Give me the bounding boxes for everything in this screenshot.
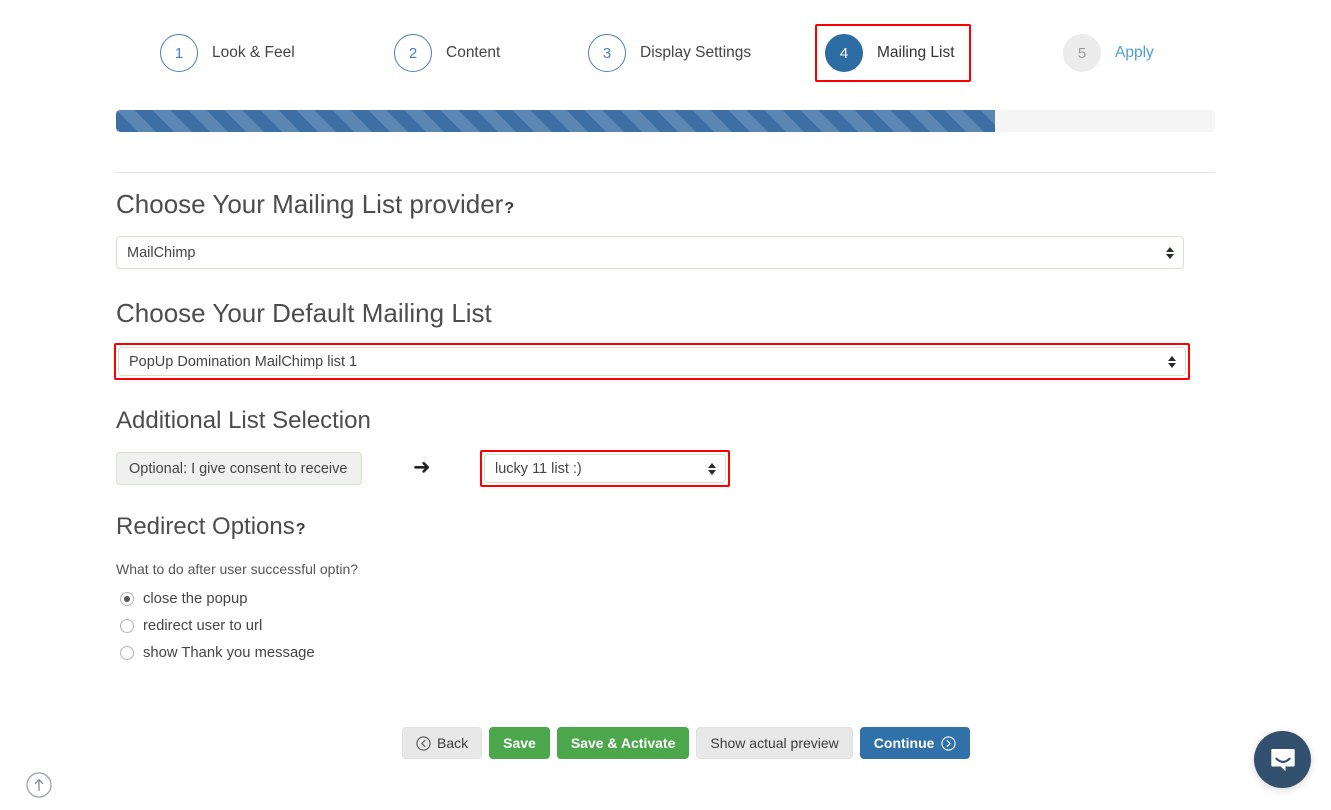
redirect-help-icon[interactable]: ? — [296, 521, 306, 538]
wizard-step-3[interactable]: 3 Display Settings — [580, 26, 759, 80]
show-actual-preview-button[interactable]: Show actual preview — [696, 727, 853, 759]
back-button[interactable]: Back — [402, 727, 483, 759]
arrow-circle-right-icon — [941, 735, 957, 751]
radio-close-popup-label: close the popup — [143, 591, 248, 607]
step-2-number: 2 — [394, 34, 432, 72]
wizard-step-2[interactable]: 2 Content — [386, 26, 508, 80]
mailing-list-provider-title: Choose Your Mailing List provider? — [116, 189, 514, 220]
provider-select-wrapper: MailChimp — [116, 236, 1184, 269]
radio-redirect-url-label: redirect user to url — [143, 618, 263, 634]
continue-button-label: Continue — [873, 735, 935, 751]
step-2-label: Content — [446, 44, 501, 61]
redirect-options-title: Redirect Options? — [116, 513, 306, 541]
default-mailing-list-title: Choose Your Default Mailing List — [116, 298, 492, 328]
chat-launcher-button[interactable] — [1254, 731, 1311, 788]
redirect-question-text: What to do after user successful optin? — [116, 561, 359, 577]
wizard-step-5[interactable]: 5 Apply — [1055, 26, 1162, 80]
consent-label-text: Optional: I give consent to receive — [129, 460, 348, 477]
radio-thank-you-label: show Thank you message — [143, 645, 315, 661]
additional-list-selection-title: Additional List Selection — [116, 407, 371, 434]
back-button-label: Back — [437, 735, 469, 751]
redirect-title-text: Redirect Options — [116, 513, 295, 540]
additional-list-select-wrapper: lucky 11 list :) — [484, 454, 726, 483]
mailing-list-provider-select[interactable]: MailChimp — [116, 236, 1184, 269]
form-action-buttons: Back Save Save & Activate Show actual pr… — [402, 727, 971, 759]
wizard-step-4[interactable]: 4 Mailing List — [815, 24, 971, 82]
radio-redirect-user-to-url[interactable]: redirect user to url — [120, 618, 262, 634]
save-and-activate-button[interactable]: Save & Activate — [556, 727, 690, 759]
progress-bar-fill — [116, 110, 996, 132]
default-mailing-list-select[interactable]: PopUp Domination MailChimp list 1 — [118, 347, 1186, 376]
chat-bubble-smile-icon — [1270, 748, 1295, 771]
wizard-step-1[interactable]: 1 Look & Feel — [152, 26, 303, 80]
arrow-circle-left-icon — [416, 735, 431, 751]
step-3-number: 3 — [588, 34, 626, 72]
radio-show-thank-you-message[interactable]: show Thank you message — [120, 645, 315, 661]
step-4-number: 4 — [825, 34, 863, 72]
page-root: 1 Look & Feel 2 Content 3 Display Settin… — [0, 0, 1331, 810]
additional-mailing-list-select[interactable]: lucky 11 list :) — [484, 454, 726, 483]
provider-title-text: Choose Your Mailing List provider — [116, 189, 504, 219]
step-1-label: Look & Feel — [212, 44, 295, 61]
step-5-number: 5 — [1063, 34, 1101, 72]
continue-button[interactable]: Continue — [859, 727, 971, 759]
step-5-label: Apply — [1115, 44, 1154, 61]
consent-label-box[interactable]: Optional: I give consent to receive — [116, 452, 362, 485]
save-button-label: Save — [503, 735, 536, 751]
step-4-label: Mailing List — [877, 44, 955, 61]
save-button[interactable]: Save — [489, 727, 550, 759]
default-list-select-wrapper: PopUp Domination MailChimp list 1 — [118, 347, 1186, 376]
arrow-circle-up-icon — [26, 772, 52, 798]
header-divider — [116, 172, 1215, 173]
radio-redirect-url-indicator[interactable] — [120, 619, 134, 633]
provider-help-icon[interactable]: ? — [504, 200, 514, 217]
scroll-to-top-button[interactable] — [26, 772, 52, 798]
radio-close-the-popup[interactable]: close the popup — [120, 591, 247, 607]
progress-bar-track — [116, 110, 1215, 132]
step-1-number: 1 — [160, 34, 198, 72]
radio-close-popup-indicator[interactable] — [120, 592, 134, 606]
wizard-stepper: 1 Look & Feel 2 Content 3 Display Settin… — [0, 0, 1331, 96]
preview-button-label: Show actual preview — [710, 735, 839, 751]
radio-thank-you-indicator[interactable] — [120, 646, 134, 660]
step-3-label: Display Settings — [640, 44, 752, 61]
right-arrow-icon: ➜ — [413, 455, 431, 479]
save-activate-button-label: Save & Activate — [570, 735, 676, 751]
